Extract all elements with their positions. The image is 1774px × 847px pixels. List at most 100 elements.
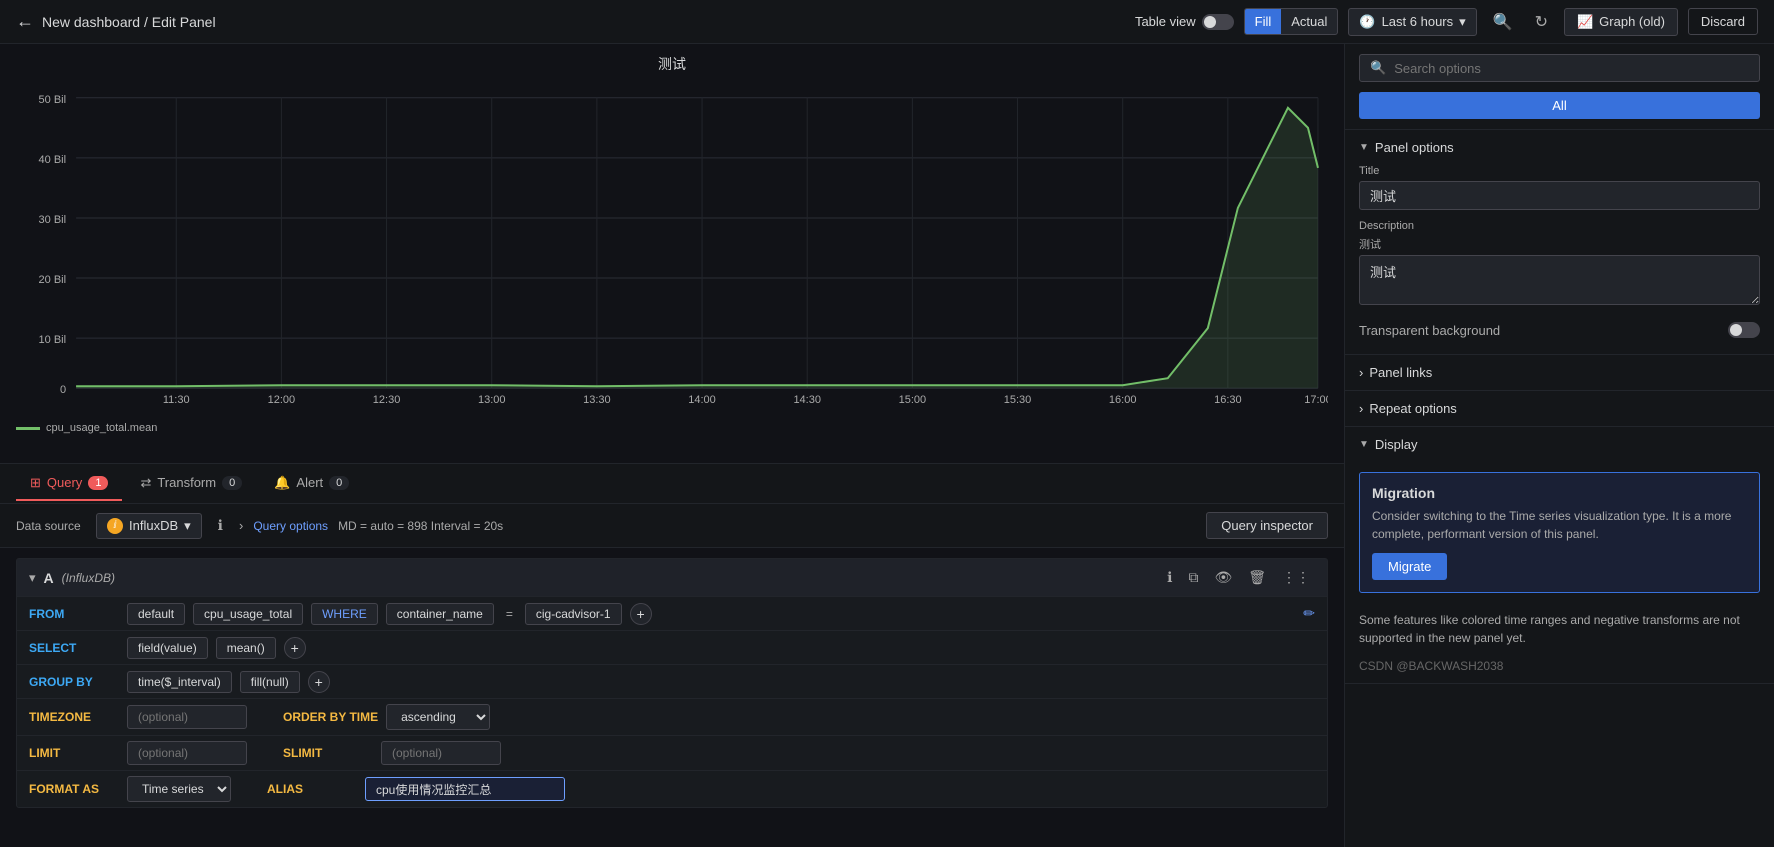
title-field-input[interactable]: [1359, 181, 1760, 210]
time-range-picker[interactable]: 🕐 Last 6 hours ▾: [1348, 8, 1476, 36]
refresh-icon[interactable]: ↻: [1529, 8, 1554, 36]
query-visibility-icon[interactable]: 👁: [1209, 567, 1237, 588]
select-agg[interactable]: mean(): [216, 637, 276, 659]
svg-text:12:00: 12:00: [268, 394, 296, 406]
svg-text:13:30: 13:30: [583, 394, 611, 406]
from-table[interactable]: cpu_usage_total: [193, 603, 303, 625]
migration-text: Consider switching to the Time series vi…: [1372, 507, 1747, 543]
table-view-switch[interactable]: [1202, 14, 1234, 30]
datasource-name: InfluxDB: [129, 518, 178, 533]
query-drag-icon[interactable]: ⋮⋮: [1277, 567, 1315, 588]
svg-text:14:00: 14:00: [688, 394, 716, 406]
time-range-label: Last 6 hours: [1382, 14, 1454, 29]
back-icon[interactable]: ←: [16, 11, 34, 32]
fill-actual-toggle: Fill Actual: [1244, 8, 1339, 35]
panel-links-label: Panel links: [1369, 365, 1432, 380]
fill-btn[interactable]: Fill: [1245, 9, 1282, 34]
query-options-info: MD = auto = 898 Interval = 20s: [338, 519, 503, 533]
svg-text:10 Bil: 10 Bil: [39, 334, 67, 346]
from-plus[interactable]: +: [630, 603, 652, 625]
graph-type-btn[interactable]: 📈 Graph (old): [1564, 8, 1678, 36]
panel-links-chevron-icon: ›: [1359, 365, 1363, 380]
limit-input[interactable]: [127, 741, 247, 765]
graph-type-label: Graph (old): [1599, 14, 1665, 29]
query-info-icon[interactable]: ℹ: [1162, 567, 1177, 588]
center-panel: 测试: [0, 44, 1344, 847]
query-db-tag: (InfluxDB): [62, 571, 115, 585]
order-by-select[interactable]: ascending descending: [386, 704, 490, 730]
top-bar: ← New dashboard / Edit Panel Table view …: [0, 0, 1774, 44]
timezone-input[interactable]: [127, 705, 247, 729]
all-btn[interactable]: All: [1359, 92, 1760, 119]
alert-tab-badge: 0: [329, 476, 349, 490]
query-delete-icon[interactable]: 🗑: [1243, 567, 1271, 588]
clock-icon: 🕐: [1359, 14, 1375, 30]
from-measurement[interactable]: default: [127, 603, 185, 625]
from-row: FROM default cpu_usage_total WHERE conta…: [17, 597, 1327, 631]
condition-key[interactable]: container_name: [386, 603, 494, 625]
tab-transform[interactable]: ⇄ Transform 0: [126, 467, 256, 501]
datasource-label: Data source: [16, 519, 86, 533]
transparent-switch[interactable]: [1728, 322, 1760, 338]
datasource-select[interactable]: ⅈ InfluxDB ▾: [96, 513, 202, 539]
datasource-row: Data source ⅈ InfluxDB ▾ ℹ › Query optio…: [0, 504, 1344, 548]
select-row: SELECT field(value) mean() +: [17, 631, 1327, 665]
repeat-options-section[interactable]: › Repeat options: [1345, 391, 1774, 427]
from-edit-icon[interactable]: ✏: [1303, 605, 1315, 622]
panel-options-header[interactable]: ▼ Panel options: [1345, 130, 1774, 165]
alias-input[interactable]: [365, 777, 565, 801]
zoom-icon[interactable]: 🔍: [1487, 8, 1519, 36]
panel-options-label: Panel options: [1375, 140, 1454, 155]
right-panel-content: ▼ Panel options Title Description 测试 测试 …: [1345, 130, 1774, 847]
slimit-input[interactable]: [381, 741, 501, 765]
top-bar-actions: Table view Fill Actual 🕐 Last 6 hours ▾ …: [1135, 8, 1758, 36]
panel-options-chevron-icon: ▼: [1359, 142, 1369, 153]
group-plus[interactable]: +: [308, 671, 330, 693]
query-tabs: ⊞ Query 1 ⇄ Transform 0 🔔 Alert 0: [0, 464, 1344, 504]
order-by-label: ORDER BY TIME: [283, 710, 378, 724]
timezone-order-row: TIMEZONE ORDER BY TIME ascending descend…: [17, 699, 1327, 736]
migration-note: Some features like colored time ranges a…: [1345, 603, 1774, 655]
svg-text:30 Bil: 30 Bil: [39, 214, 67, 226]
query-inspector-btn[interactable]: Query inspector: [1206, 512, 1328, 539]
graph-icon: 📈: [1577, 14, 1593, 30]
condition-op: =: [502, 607, 517, 621]
migrate-btn[interactable]: Migrate: [1372, 553, 1447, 580]
tab-query[interactable]: ⊞ Query 1: [16, 467, 122, 501]
panel-options-body: Title Description 测试 测试 Transparent back…: [1345, 165, 1774, 354]
chart-area: 测试: [0, 44, 1344, 464]
format-as-select[interactable]: Time series Table: [127, 776, 231, 802]
actual-btn[interactable]: Actual: [1281, 9, 1337, 34]
condition-val[interactable]: cig-cadvisor-1: [525, 603, 622, 625]
right-panel: 🔍 All ▼ Panel options Title Descri: [1344, 44, 1774, 847]
from-label: FROM: [29, 607, 119, 621]
display-section-header[interactable]: ▼ Display: [1345, 427, 1774, 462]
panel-links-section[interactable]: › Panel links: [1345, 355, 1774, 391]
svg-text:16:00: 16:00: [1109, 394, 1137, 406]
select-plus[interactable]: +: [284, 637, 306, 659]
tab-alert[interactable]: 🔔 Alert 0: [260, 467, 363, 501]
chart-svg: 0 10 Bil 20 Bil 30 Bil 40 Bil 50 Bil 11:…: [16, 78, 1328, 418]
query-copy-icon[interactable]: ⧉: [1183, 567, 1203, 588]
desc-textarea[interactable]: 测试: [1359, 255, 1760, 305]
chevron-down-icon: ▾: [1459, 14, 1466, 30]
group-time[interactable]: time($_interval): [127, 671, 232, 693]
breadcrumb: New dashboard / Edit Panel: [42, 14, 216, 30]
table-view-toggle-area: Table view: [1135, 14, 1234, 30]
search-options-input[interactable]: [1394, 61, 1749, 76]
query-panel: ⊞ Query 1 ⇄ Transform 0 🔔 Alert 0 Data s…: [0, 464, 1344, 847]
query-options-btn[interactable]: Query options: [253, 519, 328, 533]
where-label: WHERE: [311, 603, 378, 625]
datasource-info-icon[interactable]: ℹ: [212, 513, 229, 538]
select-field[interactable]: field(value): [127, 637, 208, 659]
format-as-label: FORMAT AS: [29, 782, 119, 796]
group-fill[interactable]: fill(null): [240, 671, 300, 693]
desc-sublabel: 测试: [1359, 236, 1760, 252]
collapse-icon[interactable]: ▾: [29, 570, 36, 586]
search-icon: 🔍: [1370, 60, 1386, 76]
legend-label: cpu_usage_total.mean: [46, 422, 157, 434]
discard-button[interactable]: Discard: [1688, 8, 1758, 35]
migration-box: Migration Consider switching to the Time…: [1359, 472, 1760, 593]
svg-text:14:30: 14:30: [793, 394, 821, 406]
format-alias-row: FORMAT AS Time series Table ALIAS: [17, 771, 1327, 807]
